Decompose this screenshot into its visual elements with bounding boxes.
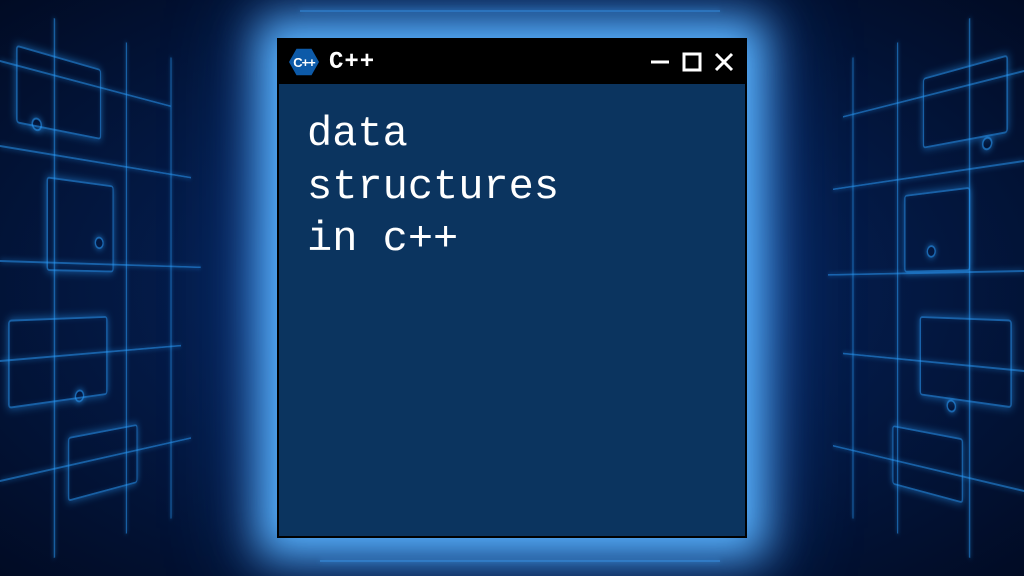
- titlebar: C++ C++: [279, 40, 745, 84]
- terminal-content: data structures in c++: [279, 84, 745, 536]
- window-controls: [649, 51, 735, 73]
- maximize-icon[interactable]: [681, 51, 703, 73]
- minimize-icon[interactable]: [649, 51, 671, 73]
- window-title: C++: [329, 49, 639, 76]
- terminal-window: C++ C++ data structures in c++: [277, 38, 747, 538]
- cpp-logo-text: C++: [289, 47, 319, 77]
- cpp-logo-icon: C++: [289, 47, 319, 77]
- close-icon[interactable]: [713, 51, 735, 73]
